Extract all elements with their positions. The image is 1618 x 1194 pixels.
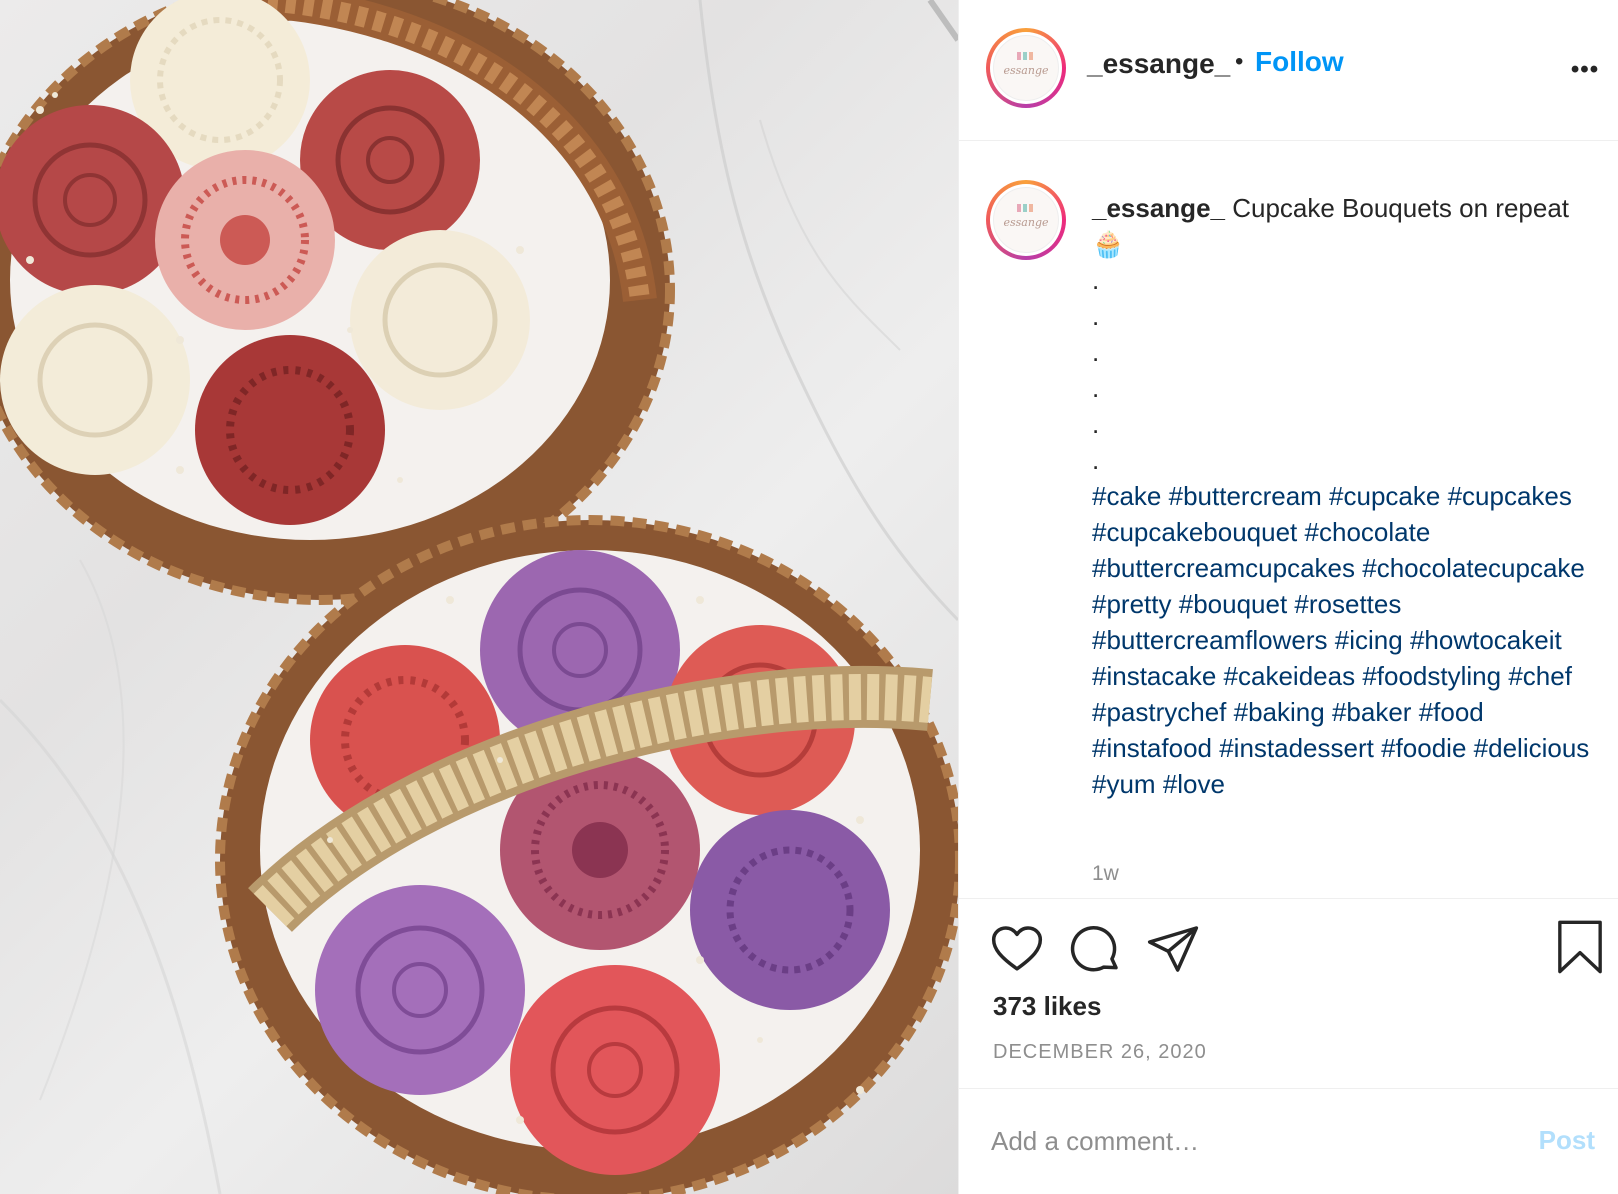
caption-text: _essange_ Cupcake Bouquets on repeat 🧁 .… [1092, 190, 1597, 802]
share-button[interactable] [1145, 921, 1201, 977]
caption-dot-lines: ...... [1092, 262, 1597, 478]
hashtag-link[interactable]: #pretty [1092, 589, 1172, 619]
hashtag-link[interactable]: #instadessert [1219, 733, 1374, 763]
hashtag-link[interactable]: #bouquet [1179, 589, 1287, 619]
share-icon [1147, 926, 1199, 972]
caption-username-link[interactable]: _essange_ [1092, 193, 1225, 223]
follow-button[interactable]: Follow [1255, 46, 1344, 78]
save-button[interactable] [1555, 919, 1611, 975]
hashtag-link[interactable]: #icing [1335, 625, 1403, 655]
hashtag-link[interactable]: #food [1419, 697, 1484, 727]
hashtag-link[interactable]: #cupcakebouquet [1092, 517, 1297, 547]
cupcake-baskets-image [0, 0, 958, 1194]
like-button[interactable] [989, 921, 1045, 977]
comment-button[interactable] [1067, 921, 1123, 977]
likes-count[interactable]: 373 likes [993, 991, 1101, 1022]
hashtag-link[interactable]: #foodie [1381, 733, 1466, 763]
hashtag-link[interactable]: #cupcake [1329, 481, 1440, 511]
hashtag-link[interactable]: #instafood [1092, 733, 1212, 763]
svg-text:essange: essange [1004, 64, 1049, 77]
hashtag-link[interactable]: #chocolate [1305, 517, 1431, 547]
bookmark-icon [1558, 920, 1602, 974]
hashtag-link[interactable]: #cake [1092, 481, 1161, 511]
hashtag-link[interactable]: #cakeideas [1224, 661, 1356, 691]
separator-dot: • [1235, 48, 1244, 75]
caption-body: Cupcake Bouquets on repeat [1224, 193, 1570, 223]
post-actions: 373 likes DECEMBER 26, 2020 [959, 898, 1618, 1088]
hashtag-link[interactable]: #instacake [1092, 661, 1216, 691]
hashtag-list: #cake #buttercream #cupcake #cupcakes #c… [1092, 478, 1597, 802]
hashtag-link[interactable]: #baking [1234, 697, 1325, 727]
post-header: essange _essange_ • Follow ••• [959, 0, 1618, 141]
post-comment-button[interactable]: Post [1539, 1125, 1595, 1156]
caption-dot-line: . [1092, 265, 1100, 295]
heart-icon [991, 926, 1043, 971]
cupcake-emoji: 🧁 [1092, 229, 1125, 259]
hashtag-link[interactable]: #love [1163, 769, 1225, 799]
comment-input[interactable] [991, 1119, 1491, 1163]
avatar[interactable]: essange [986, 28, 1066, 108]
caption-dot-line: . [1092, 337, 1100, 367]
hashtag-link[interactable]: #chef [1508, 661, 1572, 691]
caption-avatar[interactable]: essange [986, 180, 1066, 260]
caption-dot-line: . [1092, 373, 1100, 403]
essange-logo-icon: essange [1004, 204, 1049, 229]
post-date[interactable]: DECEMBER 26, 2020 [993, 1041, 1207, 1064]
more-icon: ••• [1570, 56, 1600, 83]
hashtag-link[interactable]: #baker [1332, 697, 1412, 727]
post-time-ago[interactable]: 1w [1092, 862, 1119, 886]
caption-dot-line: . [1092, 445, 1100, 475]
caption-dot-line: . [1092, 301, 1100, 331]
essange-logo-icon: essange [1004, 52, 1049, 77]
caption-block: essange _essange_ Cupcake Bouquets on re… [959, 142, 1618, 898]
hashtag-link[interactable]: #buttercreamcupcakes [1092, 553, 1355, 583]
hashtag-link[interactable]: #rosettes [1294, 589, 1401, 619]
caption-dot-line: . [1092, 409, 1100, 439]
hashtag-link[interactable]: #pastrychef [1092, 697, 1226, 727]
post-photo[interactable] [0, 0, 958, 1194]
username-link[interactable]: _essange_ [1087, 48, 1230, 80]
svg-text:essange: essange [1004, 216, 1049, 229]
hashtag-link[interactable]: #yum [1092, 769, 1156, 799]
comment-icon [1070, 926, 1118, 972]
post-side-panel: essange _essange_ • Follow ••• essange _… [958, 0, 1618, 1194]
more-options-button[interactable]: ••• [1565, 50, 1605, 90]
hashtag-link[interactable]: #cupcakes [1448, 481, 1572, 511]
hashtag-link[interactable]: #buttercream [1169, 481, 1322, 511]
comment-bar: Post [959, 1088, 1618, 1194]
hashtag-link[interactable]: #howtocakeit [1410, 625, 1562, 655]
hashtag-link[interactable]: #delicious [1474, 733, 1590, 763]
hashtag-link[interactable]: #buttercreamflowers [1092, 625, 1328, 655]
hashtag-link[interactable]: #foodstyling [1362, 661, 1501, 691]
hashtag-link[interactable]: #chocolatecupcake [1362, 553, 1585, 583]
